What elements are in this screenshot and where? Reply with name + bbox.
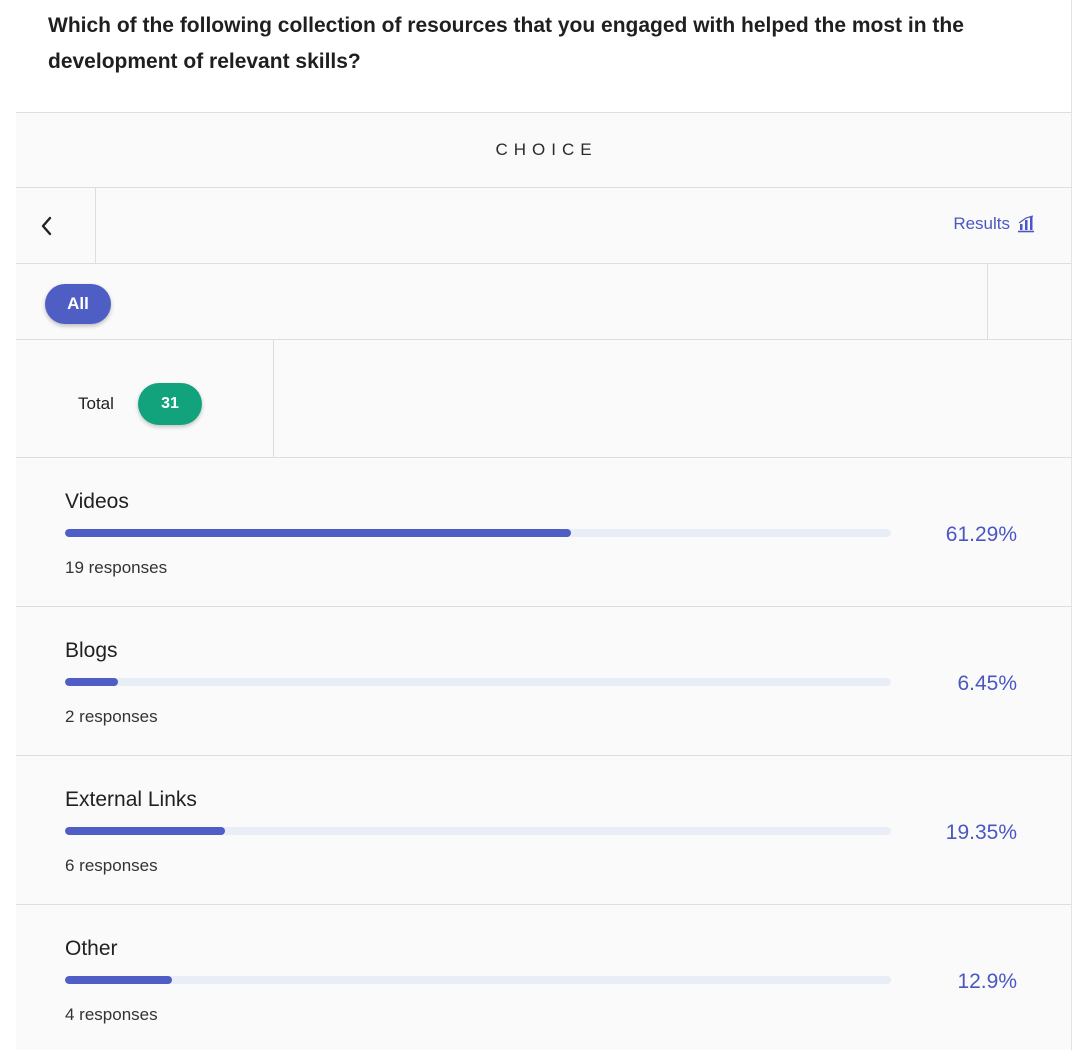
option-responses: 2 responses xyxy=(65,707,158,726)
option-row: External Links 19.35% 6 responses xyxy=(16,756,1071,905)
option-responses: 4 responses xyxy=(65,1005,158,1024)
progress-track xyxy=(65,678,891,686)
option-responses: 6 responses xyxy=(65,856,158,875)
right-scroll-edge xyxy=(1071,0,1079,1050)
option-label: Blogs xyxy=(65,639,118,662)
bar-chart-icon xyxy=(1018,215,1034,233)
option-row: Other 12.9% 4 responses xyxy=(16,905,1071,1050)
progress-fill xyxy=(65,529,572,537)
option-row: Blogs 6.45% 2 responses xyxy=(16,607,1071,756)
option-percent: 61.29% xyxy=(945,523,1017,546)
question-text: Which of the following collection of res… xyxy=(48,14,964,73)
option-label: Videos xyxy=(65,490,129,513)
survey-results-page: Which of the following collection of res… xyxy=(0,0,1079,1050)
results-link[interactable]: Results xyxy=(953,214,1035,234)
progress-track xyxy=(65,529,891,537)
filter-chip-all[interactable]: All xyxy=(45,284,111,324)
filter-row: All xyxy=(16,264,1071,340)
total-cell: Total 31 xyxy=(16,340,274,457)
option-responses: 19 responses xyxy=(65,558,168,577)
filter-divider xyxy=(987,264,988,339)
nav-row: Results xyxy=(16,188,1071,264)
options-list: Videos 61.29% 19 responses Blogs 6.45% 2… xyxy=(16,458,1071,1050)
progress-track xyxy=(65,827,891,835)
total-count-badge: 31 xyxy=(138,383,202,425)
chevron-left-icon xyxy=(41,216,52,236)
option-label: Other xyxy=(65,937,118,960)
total-label: Total xyxy=(78,394,114,413)
choice-title: CHOICE xyxy=(495,140,598,159)
progress-track xyxy=(65,976,891,984)
progress-fill xyxy=(65,827,225,835)
results-label: Results xyxy=(953,214,1010,233)
option-percent: 6.45% xyxy=(957,672,1017,695)
option-percent: 19.35% xyxy=(945,821,1017,844)
back-button[interactable] xyxy=(16,188,96,263)
progress-fill xyxy=(65,678,119,686)
option-label: External Links xyxy=(65,788,197,811)
progress-fill xyxy=(65,976,172,984)
choice-header: CHOICE xyxy=(16,113,1071,188)
total-row: Total 31 xyxy=(16,340,1071,458)
option-row: Videos 61.29% 19 responses xyxy=(16,458,1071,607)
option-percent: 12.9% xyxy=(957,970,1017,993)
results-panel: CHOICE Results All Total 31 Videos 61.29… xyxy=(16,112,1071,1050)
